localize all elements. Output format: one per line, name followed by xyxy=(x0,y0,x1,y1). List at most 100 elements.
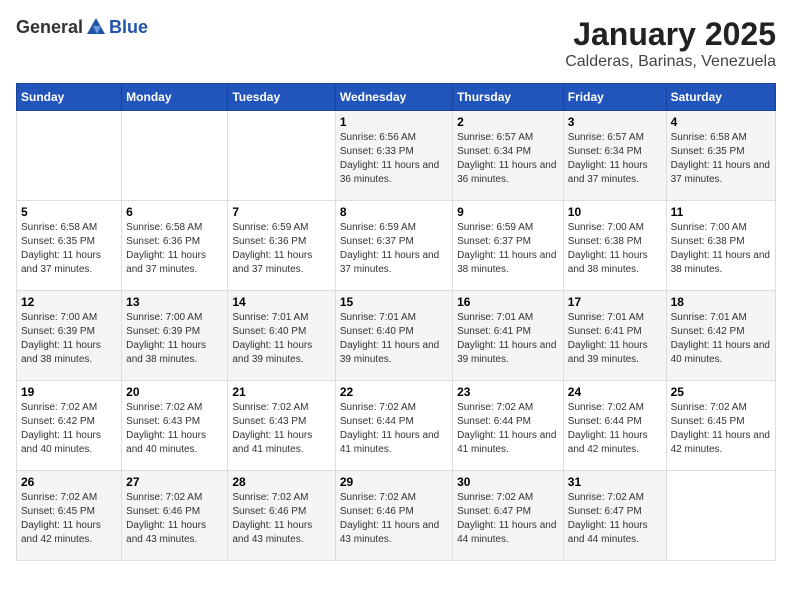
day-cell: 1 Sunrise: 6:56 AMSunset: 6:33 PMDaylight… xyxy=(335,111,452,201)
header-cell-monday: Monday xyxy=(122,84,228,111)
day-number: 19 xyxy=(21,385,117,399)
header-cell-tuesday: Tuesday xyxy=(228,84,335,111)
day-number: 22 xyxy=(340,385,448,399)
day-cell: 23Sunrise: 7:02 AMSunset: 6:44 PMDayligh… xyxy=(453,381,564,471)
day-number: 4 xyxy=(671,115,771,129)
page-title: January 2025 xyxy=(565,16,776,53)
day-number: 7 xyxy=(232,205,330,219)
day-number: 10 xyxy=(568,205,662,219)
day-number: 26 xyxy=(21,475,117,489)
page-header: General Blue January 2025 Calderas, Bari… xyxy=(16,16,776,71)
day-info: Sunrise: 6:57 AMSunset: 6:34 PMDaylight:… xyxy=(568,131,662,187)
day-info: Sunrise: 7:02 AMSunset: 6:43 PMDaylight:… xyxy=(232,401,330,457)
logo-blue: Blue xyxy=(109,17,148,38)
day-cell: 8 Sunrise: 6:59 AMSunset: 6:37 PMDaylight… xyxy=(335,201,452,291)
day-info: Sunrise: 7:00 AMSunset: 6:39 PMDaylight:… xyxy=(126,311,223,367)
day-info: Sunrise: 7:02 AMSunset: 6:46 PMDaylight:… xyxy=(340,491,448,547)
header-cell-sunday: Sunday xyxy=(17,84,122,111)
day-number: 27 xyxy=(126,475,223,489)
day-number: 8 xyxy=(340,205,448,219)
day-cell: 7 Sunrise: 6:59 AMSunset: 6:36 PMDaylight… xyxy=(228,201,335,291)
day-number: 13 xyxy=(126,295,223,309)
day-number: 16 xyxy=(457,295,559,309)
day-info: Sunrise: 6:58 AMSunset: 6:35 PMDaylight:… xyxy=(21,221,117,277)
day-cell: 24 Sunrise: 7:02 AMSunset: 6:44 PMDayligh… xyxy=(563,381,666,471)
logo-general: General xyxy=(16,17,83,38)
day-info: Sunrise: 7:00 AMSunset: 6:38 PMDaylight:… xyxy=(671,221,771,277)
day-cell: 18 Sunrise: 7:01 AMSunset: 6:42 PMDayligh… xyxy=(666,291,775,381)
day-number: 31 xyxy=(568,475,662,489)
day-cell xyxy=(228,111,335,201)
calendar-header: SundayMondayTuesdayWednesdayThursdayFrid… xyxy=(17,84,776,111)
day-number: 2 xyxy=(457,115,559,129)
day-cell xyxy=(122,111,228,201)
day-cell: 20Sunrise: 7:02 AMSunset: 6:43 PMDayligh… xyxy=(122,381,228,471)
day-number: 5 xyxy=(21,205,117,219)
day-cell: 28 Sunrise: 7:02 AMSunset: 6:46 PMDayligh… xyxy=(228,471,335,561)
day-info: Sunrise: 7:02 AMSunset: 6:47 PMDaylight:… xyxy=(457,491,559,547)
day-cell: 21Sunrise: 7:02 AMSunset: 6:43 PMDayligh… xyxy=(228,381,335,471)
week-row-5: 26 Sunrise: 7:02 AMSunset: 6:45 PMDayligh… xyxy=(17,471,776,561)
day-cell: 26 Sunrise: 7:02 AMSunset: 6:45 PMDayligh… xyxy=(17,471,122,561)
day-number: 17 xyxy=(568,295,662,309)
day-info: Sunrise: 6:58 AMSunset: 6:35 PMDaylight:… xyxy=(671,131,771,187)
day-cell: 30 Sunrise: 7:02 AMSunset: 6:47 PMDayligh… xyxy=(453,471,564,561)
logo: General Blue xyxy=(16,16,148,38)
day-info: Sunrise: 6:59 AMSunset: 6:36 PMDaylight:… xyxy=(232,221,330,277)
day-info: Sunrise: 7:02 AMSunset: 6:47 PMDaylight:… xyxy=(568,491,662,547)
title-block: January 2025 Calderas, Barinas, Venezuel… xyxy=(565,16,776,71)
week-row-1: 1 Sunrise: 6:56 AMSunset: 6:33 PMDaylight… xyxy=(17,111,776,201)
day-number: 25 xyxy=(671,385,771,399)
day-info: Sunrise: 7:02 AMSunset: 6:45 PMDaylight:… xyxy=(671,401,771,457)
calendar-table: SundayMondayTuesdayWednesdayThursdayFrid… xyxy=(16,83,776,561)
day-cell: 29Sunrise: 7:02 AMSunset: 6:46 PMDayligh… xyxy=(335,471,452,561)
day-cell: 31 Sunrise: 7:02 AMSunset: 6:47 PMDayligh… xyxy=(563,471,666,561)
day-info: Sunrise: 7:01 AMSunset: 6:42 PMDaylight:… xyxy=(671,311,771,367)
week-row-2: 5 Sunrise: 6:58 AMSunset: 6:35 PMDaylight… xyxy=(17,201,776,291)
day-cell: 10Sunrise: 7:00 AMSunset: 6:38 PMDayligh… xyxy=(563,201,666,291)
day-info: Sunrise: 7:02 AMSunset: 6:44 PMDaylight:… xyxy=(457,401,559,457)
calendar-body: 1 Sunrise: 6:56 AMSunset: 6:33 PMDaylight… xyxy=(17,111,776,561)
header-cell-friday: Friday xyxy=(563,84,666,111)
day-info: Sunrise: 7:02 AMSunset: 6:43 PMDaylight:… xyxy=(126,401,223,457)
day-info: Sunrise: 6:58 AMSunset: 6:36 PMDaylight:… xyxy=(126,221,223,277)
week-row-3: 12 Sunrise: 7:00 AMSunset: 6:39 PMDayligh… xyxy=(17,291,776,381)
day-info: Sunrise: 6:56 AMSunset: 6:33 PMDaylight:… xyxy=(340,131,448,187)
day-cell: 27 Sunrise: 7:02 AMSunset: 6:46 PMDayligh… xyxy=(122,471,228,561)
header-cell-thursday: Thursday xyxy=(453,84,564,111)
day-cell: 22 Sunrise: 7:02 AMSunset: 6:44 PMDayligh… xyxy=(335,381,452,471)
day-number: 24 xyxy=(568,385,662,399)
day-cell: 15Sunrise: 7:01 AMSunset: 6:40 PMDayligh… xyxy=(335,291,452,381)
day-number: 30 xyxy=(457,475,559,489)
day-info: Sunrise: 7:02 AMSunset: 6:46 PMDaylight:… xyxy=(126,491,223,547)
header-cell-saturday: Saturday xyxy=(666,84,775,111)
day-cell: 25 Sunrise: 7:02 AMSunset: 6:45 PMDayligh… xyxy=(666,381,775,471)
day-cell xyxy=(17,111,122,201)
day-number: 3 xyxy=(568,115,662,129)
day-number: 18 xyxy=(671,295,771,309)
day-info: Sunrise: 6:57 AMSunset: 6:34 PMDaylight:… xyxy=(457,131,559,187)
day-cell: 6Sunrise: 6:58 AMSunset: 6:36 PMDaylight… xyxy=(122,201,228,291)
day-info: Sunrise: 7:02 AMSunset: 6:44 PMDaylight:… xyxy=(568,401,662,457)
day-cell: 12 Sunrise: 7:00 AMSunset: 6:39 PMDayligh… xyxy=(17,291,122,381)
week-row-4: 19Sunrise: 7:02 AMSunset: 6:42 PMDayligh… xyxy=(17,381,776,471)
day-cell: 3 Sunrise: 6:57 AMSunset: 6:34 PMDaylight… xyxy=(563,111,666,201)
day-info: Sunrise: 6:59 AMSunset: 6:37 PMDaylight:… xyxy=(340,221,448,277)
logo-icon xyxy=(85,16,107,38)
day-info: Sunrise: 7:00 AMSunset: 6:39 PMDaylight:… xyxy=(21,311,117,367)
day-number: 28 xyxy=(232,475,330,489)
day-cell: 4 Sunrise: 6:58 AMSunset: 6:35 PMDaylight… xyxy=(666,111,775,201)
day-cell: 11 Sunrise: 7:00 AMSunset: 6:38 PMDayligh… xyxy=(666,201,775,291)
day-cell: 9Sunrise: 6:59 AMSunset: 6:37 PMDaylight… xyxy=(453,201,564,291)
day-info: Sunrise: 7:02 AMSunset: 6:44 PMDaylight:… xyxy=(340,401,448,457)
day-cell xyxy=(666,471,775,561)
day-info: Sunrise: 6:59 AMSunset: 6:37 PMDaylight:… xyxy=(457,221,559,277)
day-number: 12 xyxy=(21,295,117,309)
day-number: 14 xyxy=(232,295,330,309)
day-info: Sunrise: 7:02 AMSunset: 6:45 PMDaylight:… xyxy=(21,491,117,547)
day-number: 1 xyxy=(340,115,448,129)
day-info: Sunrise: 7:02 AMSunset: 6:46 PMDaylight:… xyxy=(232,491,330,547)
header-row: SundayMondayTuesdayWednesdayThursdayFrid… xyxy=(17,84,776,111)
day-cell: 13 Sunrise: 7:00 AMSunset: 6:39 PMDayligh… xyxy=(122,291,228,381)
day-number: 11 xyxy=(671,205,771,219)
